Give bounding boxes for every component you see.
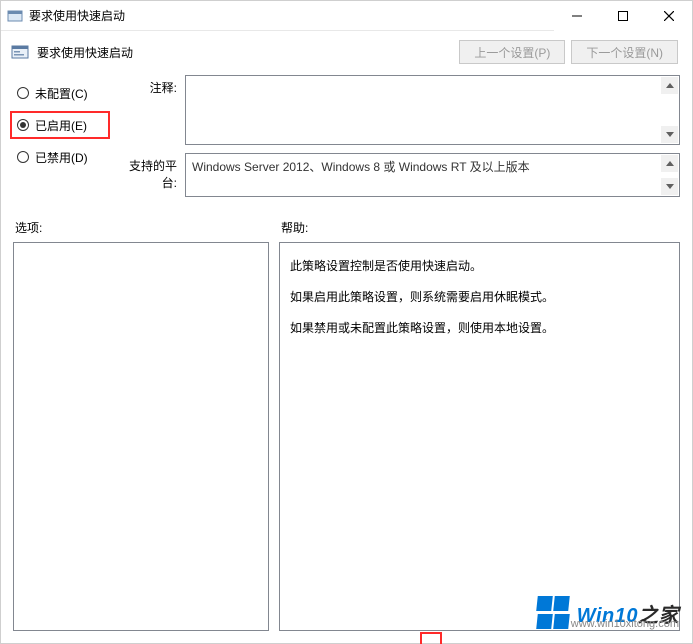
window-controls [554, 1, 692, 31]
radio-disabled[interactable]: 已禁用(D) [13, 145, 107, 169]
fields-column: 注释: 支持的平台: Windows Server 2012、W [115, 75, 680, 197]
platform-label: 支持的平台: [115, 153, 177, 191]
help-label: 帮助: [279, 219, 680, 236]
comment-textarea[interactable] [185, 75, 680, 145]
policy-title: 要求使用快速启动 [37, 44, 451, 61]
comment-label: 注释: [115, 75, 177, 96]
window-title: 要求使用快速启动 [29, 7, 554, 24]
scroll-down-icon[interactable] [661, 178, 678, 195]
lower-panes: 此策略设置控制是否使用快速启动。 如果启用此策略设置，则系统需要启用休眠模式。 … [13, 242, 680, 631]
scroll-down-icon[interactable] [661, 126, 678, 143]
comment-value [186, 76, 679, 84]
help-line: 此策略设置控制是否使用快速启动。 [290, 251, 669, 282]
platform-value: Windows Server 2012、Windows 8 或 Windows … [186, 154, 679, 181]
minimize-button[interactable] [554, 1, 600, 31]
radio-group: 未配置(C) 已启用(E) 已禁用(D) [13, 75, 107, 197]
content-area: 未配置(C) 已启用(E) 已禁用(D) 注释: [1, 73, 692, 643]
help-line: 如果启用此策略设置，则系统需要启用休眠模式。 [290, 282, 669, 313]
help-pane: 此策略设置控制是否使用快速启动。 如果启用此策略设置，则系统需要启用休眠模式。 … [279, 242, 680, 631]
radio-label: 已禁用(D) [35, 149, 88, 166]
platform-textarea: Windows Server 2012、Windows 8 或 Windows … [185, 153, 680, 197]
lower-labels: 选项: 帮助: [13, 219, 680, 236]
radio-enabled[interactable]: 已启用(E) [10, 111, 110, 139]
prev-setting-button[interactable]: 上一个设置(P) [459, 40, 565, 64]
close-button[interactable] [646, 1, 692, 31]
policy-icon [11, 43, 29, 61]
maximize-button[interactable] [600, 1, 646, 31]
nav-buttons: 上一个设置(P) 下一个设置(N) [459, 40, 678, 64]
comment-row: 注释: [115, 75, 680, 145]
radio-label: 未配置(C) [35, 85, 88, 102]
options-label: 选项: [13, 219, 279, 236]
help-content: 此策略设置控制是否使用快速启动。 如果启用此策略设置，则系统需要启用休眠模式。 … [280, 243, 679, 353]
help-line: 如果禁用或未配置此策略设置，则使用本地设置。 [290, 313, 669, 344]
radio-icon [17, 119, 29, 131]
toolbar: 要求使用快速启动 上一个设置(P) 下一个设置(N) [1, 31, 692, 73]
next-setting-button[interactable]: 下一个设置(N) [571, 40, 678, 64]
window: 要求使用快速启动 要求使用快速启动 上一个设置(P) 下一个设置( [0, 0, 693, 644]
app-icon [7, 8, 23, 24]
titlebar: 要求使用快速启动 [1, 1, 692, 31]
scroll-up-icon[interactable] [661, 77, 678, 94]
scroll-up-icon[interactable] [661, 155, 678, 172]
watermark: Win10之家 www.win10xitong.com [537, 596, 679, 630]
windows-logo-icon [537, 596, 571, 630]
radio-label: 已启用(E) [35, 117, 87, 134]
platform-row: 支持的平台: Windows Server 2012、Windows 8 或 W… [115, 153, 680, 197]
radio-not-configured[interactable]: 未配置(C) [13, 81, 107, 105]
options-pane [13, 242, 269, 631]
highlight-marker [420, 632, 442, 644]
radio-icon [17, 151, 29, 163]
radio-icon [17, 87, 29, 99]
watermark-url: www.win10xitong.com [571, 618, 679, 630]
upper-section: 未配置(C) 已启用(E) 已禁用(D) 注释: [13, 75, 680, 197]
